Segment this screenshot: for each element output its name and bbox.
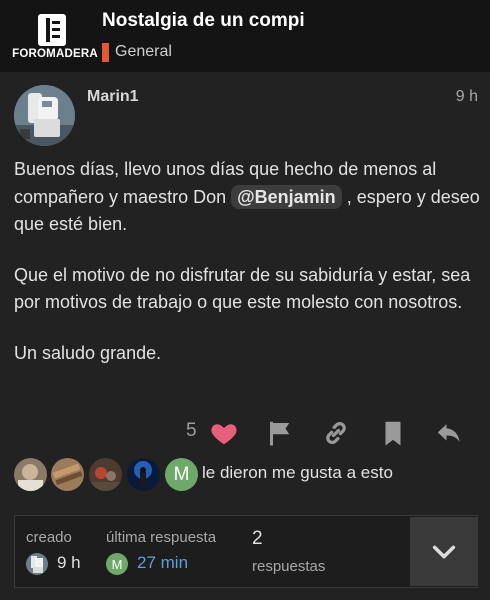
created-value[interactable]: 9 h [57, 553, 81, 573]
created-label: creado [26, 529, 72, 546]
post-paragraph-3: Un saludo grande. [14, 342, 162, 363]
last-reply-value[interactable]: 27 min [137, 553, 188, 573]
liker-avatar[interactable] [127, 458, 160, 491]
post-paragraph-2: Que el motivo de no disfrutar de su sabi… [14, 264, 471, 313]
post-paragraph-1: Buenos días, llevo unos días que hecho d… [14, 159, 480, 234]
topic-summary: creado 9 h última respuesta M 27 min 2 r… [14, 515, 478, 588]
category-color-swatch [102, 42, 109, 62]
bookmark-icon[interactable] [378, 418, 408, 448]
reply-icon[interactable] [434, 418, 464, 448]
category-badge[interactable]: General [102, 42, 172, 62]
flag-icon[interactable] [265, 418, 295, 448]
liker-avatar[interactable] [51, 458, 84, 491]
heart-icon[interactable] [209, 418, 239, 448]
site-header: FOROMADERA Nostalgia de un compi General [0, 0, 490, 72]
post-age[interactable]: 9 h [456, 88, 478, 106]
last-replier-avatar[interactable]: M [106, 553, 128, 575]
last-reply-label: última respuesta [106, 529, 217, 546]
liked-by-text: le dieron me gusta a esto [202, 463, 393, 482]
replies-label: respuestas [252, 558, 326, 575]
chevron-down-icon [432, 545, 455, 558]
liker-avatar[interactable]: M [165, 458, 198, 491]
post-author[interactable]: Marin1 [87, 88, 139, 106]
link-icon[interactable] [321, 418, 351, 448]
post-body: Buenos días, llevo unos días que hecho d… [14, 156, 480, 390]
liker-avatar[interactable] [89, 458, 122, 491]
author-avatar[interactable] [14, 85, 75, 146]
like-count[interactable]: 5 [186, 420, 197, 442]
creator-avatar[interactable] [26, 553, 48, 575]
category-name: General [115, 43, 172, 60]
replies-count: 2 [252, 528, 263, 549]
site-logo[interactable]: FOROMADERA [12, 14, 98, 62]
user-mention[interactable]: @Benjamin [231, 184, 342, 209]
site-name: FOROMADERA [12, 48, 98, 60]
topic-title[interactable]: Nostalgia de un compi [102, 10, 305, 32]
expand-summary-button[interactable] [410, 517, 477, 586]
liker-avatar[interactable] [14, 458, 47, 491]
logo-mark-icon [38, 14, 66, 46]
